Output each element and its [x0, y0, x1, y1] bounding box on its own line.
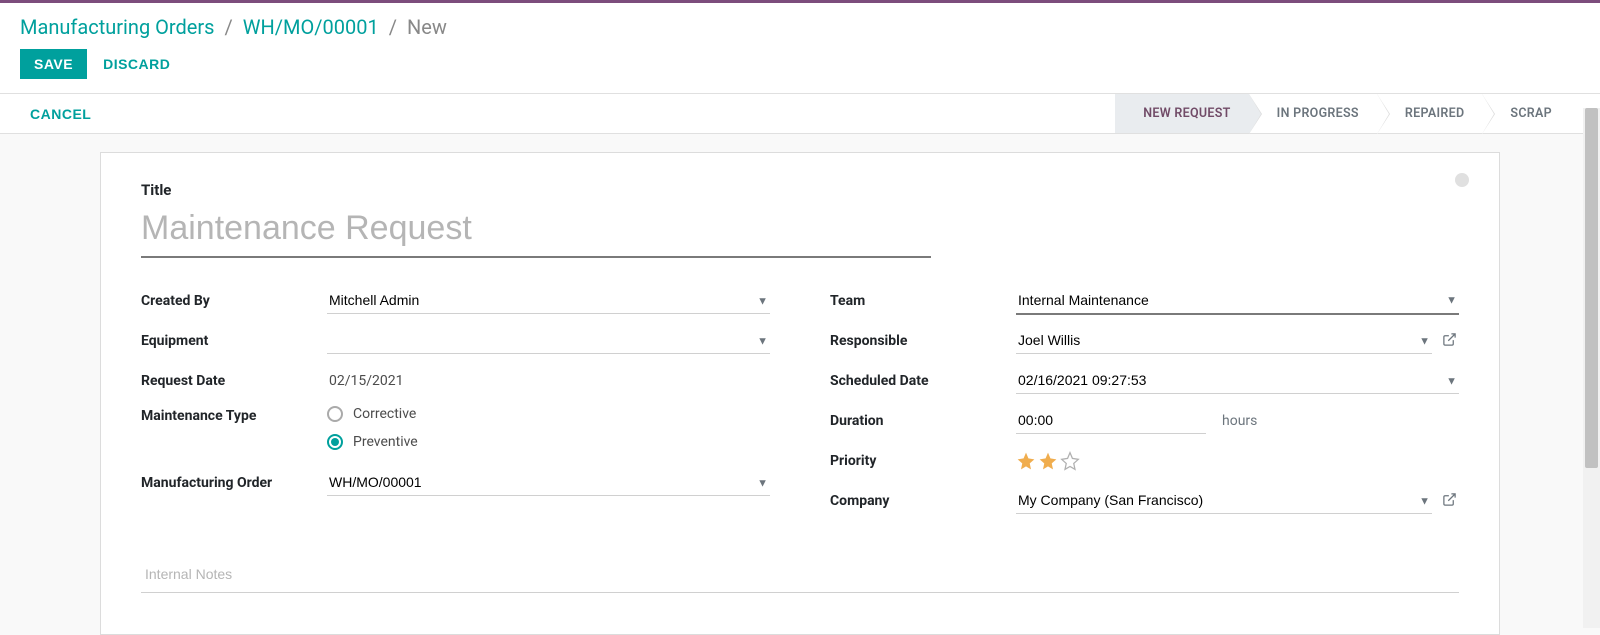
- duration-label: Duration: [830, 413, 1016, 429]
- maintenance-type-radio-group: Corrective Preventive: [327, 406, 418, 450]
- company-field[interactable]: ▼: [1016, 488, 1432, 514]
- form-scroll-area: Title Created By ▼ Equipment: [0, 134, 1600, 635]
- priority-label: Priority: [830, 453, 1016, 469]
- internal-notes-input[interactable]: [141, 556, 1459, 593]
- radio-icon: [327, 434, 343, 450]
- request-date-value: 02/15/2021: [327, 369, 406, 393]
- manufacturing-order-input[interactable]: [327, 474, 770, 490]
- status-bar: CANCEL NEW REQUEST IN PROGRESS REPAIRED …: [0, 94, 1600, 134]
- maintenance-type-label: Maintenance Type: [141, 406, 327, 424]
- duration-unit: hours: [1222, 413, 1257, 429]
- manufacturing-order-field[interactable]: ▼: [327, 470, 770, 496]
- external-link-icon[interactable]: [1440, 490, 1459, 513]
- request-date-label: Request Date: [141, 373, 327, 389]
- left-column: Created By ▼ Equipment ▼: [141, 286, 770, 526]
- stage-in-progress[interactable]: IN PROGRESS: [1249, 94, 1377, 133]
- manufacturing-order-label: Manufacturing Order: [141, 475, 327, 491]
- title-label: Title: [141, 181, 1459, 199]
- responsible-field[interactable]: ▼: [1016, 328, 1432, 354]
- breadcrumb-parent[interactable]: WH/MO/00001: [243, 15, 379, 39]
- breadcrumb-root[interactable]: Manufacturing Orders: [20, 15, 215, 39]
- stage-repaired[interactable]: REPAIRED: [1377, 94, 1483, 133]
- save-button[interactable]: SAVE: [20, 49, 87, 79]
- responsible-input[interactable]: [1016, 332, 1432, 348]
- created-by-label: Created By: [141, 293, 327, 309]
- priority-stars: [1016, 451, 1080, 471]
- stage-track: NEW REQUEST IN PROGRESS REPAIRED SCRAP: [1115, 94, 1570, 133]
- scheduled-date-input[interactable]: [1016, 372, 1459, 388]
- responsible-label: Responsible: [830, 333, 1016, 349]
- radio-preventive[interactable]: Preventive: [327, 434, 418, 450]
- stage-new-request[interactable]: NEW REQUEST: [1115, 94, 1248, 133]
- breadcrumb-sep: /: [385, 15, 401, 39]
- breadcrumb-sep: /: [221, 15, 237, 39]
- star-icon[interactable]: [1060, 451, 1080, 471]
- scrollbar-track[interactable]: [1583, 108, 1600, 628]
- kanban-state-icon[interactable]: [1455, 173, 1469, 187]
- breadcrumb-current: New: [407, 15, 447, 39]
- radio-corrective[interactable]: Corrective: [327, 406, 418, 422]
- breadcrumb: Manufacturing Orders / WH/MO/00001 / New: [0, 3, 1600, 45]
- cancel-button[interactable]: CANCEL: [0, 106, 121, 122]
- duration-input[interactable]: [1016, 412, 1206, 428]
- company-label: Company: [830, 493, 1016, 509]
- star-icon[interactable]: [1016, 451, 1036, 471]
- created-by-input[interactable]: [327, 292, 770, 308]
- right-column: Team ▼ Responsible ▼: [830, 286, 1459, 526]
- equipment-label: Equipment: [141, 333, 327, 349]
- radio-label: Corrective: [353, 406, 416, 422]
- form-sheet: Title Created By ▼ Equipment: [100, 152, 1500, 635]
- team-label: Team: [830, 293, 1016, 309]
- equipment-input[interactable]: [327, 332, 770, 348]
- radio-icon: [327, 406, 343, 422]
- company-input[interactable]: [1016, 492, 1432, 508]
- scrollbar-thumb[interactable]: [1585, 108, 1598, 468]
- equipment-field[interactable]: ▼: [327, 328, 770, 354]
- external-link-icon[interactable]: [1440, 330, 1459, 353]
- radio-label: Preventive: [353, 434, 418, 450]
- team-input[interactable]: [1016, 292, 1459, 308]
- team-field[interactable]: ▼: [1016, 288, 1459, 315]
- discard-button[interactable]: DISCARD: [103, 56, 170, 72]
- scheduled-date-field[interactable]: ▼: [1016, 368, 1459, 394]
- duration-field[interactable]: [1016, 408, 1206, 434]
- title-input[interactable]: [141, 203, 931, 258]
- actions-bar: SAVE DISCARD: [0, 45, 1600, 94]
- scheduled-date-label: Scheduled Date: [830, 373, 1016, 389]
- created-by-field[interactable]: ▼: [327, 288, 770, 314]
- stage-scrap[interactable]: SCRAP: [1482, 94, 1570, 133]
- star-icon[interactable]: [1038, 451, 1058, 471]
